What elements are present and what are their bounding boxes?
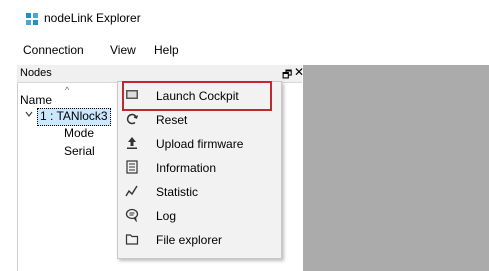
column-header-label: Name [20, 93, 53, 107]
app-logo-icon [26, 13, 38, 25]
upload-icon [127, 137, 137, 149]
close-icon[interactable]: ✕ [294, 65, 304, 79]
tree-node-mode[interactable]: Mode [64, 126, 94, 140]
menu-item-label: Statistic [156, 185, 199, 199]
menu-item-information[interactable]: Information [118, 156, 281, 180]
float-window-icon[interactable]: 🗗 [282, 66, 292, 85]
menu-item-statistic[interactable]: Statistic [118, 180, 281, 204]
menu-item-file-explorer[interactable]: File explorer [118, 228, 281, 252]
window-title: nodeLink Explorer [44, 11, 141, 25]
menu-item-reset[interactable]: Reset [118, 108, 281, 132]
highlight-annotation [122, 81, 272, 111]
menu-item-label: Log [156, 209, 177, 223]
menu-connection[interactable]: Connection [23, 43, 84, 57]
menu-item-upload-firmware[interactable]: Upload firmware [118, 132, 281, 156]
menu-bar: Connection View Help [0, 38, 489, 60]
workspace-area [303, 65, 489, 271]
chevron-down-icon[interactable] [25, 110, 33, 118]
menu-help[interactable]: Help [154, 43, 179, 57]
tree-node-serial[interactable]: Serial [64, 144, 95, 158]
menu-item-label: Reset [156, 113, 188, 127]
refresh-icon [126, 113, 139, 125]
menu-item-label: File explorer [156, 233, 223, 247]
title-bar: nodeLink Explorer [0, 0, 489, 34]
sort-ascending-icon: ^ [65, 85, 70, 95]
name-column-header[interactable]: ^ Name [17, 83, 117, 107]
menu-view[interactable]: View [110, 43, 136, 57]
tree-node-root[interactable]: 1 : TANlock3 [37, 108, 111, 126]
menu-item-label: Information [156, 161, 217, 175]
chat-log-icon [125, 208, 139, 222]
folder-icon [125, 234, 139, 245]
chart-line-icon [125, 185, 138, 197]
dock-title: Nodes [20, 67, 52, 79]
menu-item-log[interactable]: Log [118, 204, 281, 228]
menu-item-label: Upload firmware [156, 137, 244, 151]
info-list-icon [126, 160, 138, 174]
